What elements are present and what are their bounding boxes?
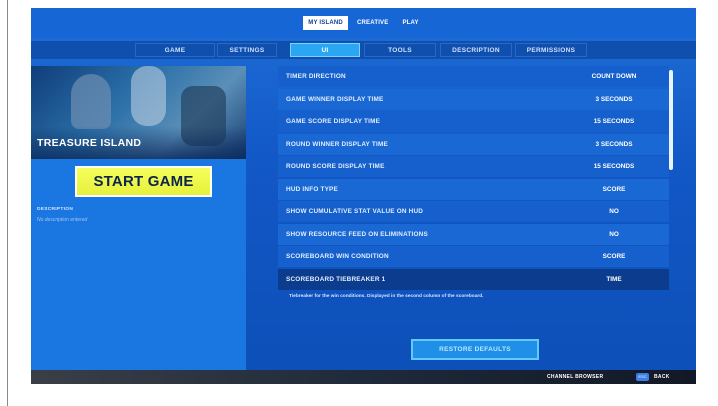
- setting-label: SCOREBOARD WIN CONDITION: [286, 253, 389, 260]
- tab-my-island[interactable]: MY ISLAND: [303, 16, 348, 30]
- setting-label: GAME WINNER DISPLAY TIME: [286, 95, 384, 103]
- window-border: [7, 0, 8, 406]
- restore-defaults-button[interactable]: RESTORE DEFAULTS: [411, 339, 539, 360]
- channel-browser-button[interactable]: CHANNEL BROWSER: [547, 370, 603, 384]
- sub-nav: GAME SETTINGS UI TOOLS DESCRIPTION PERMI…: [31, 41, 696, 59]
- setting-label: SHOW RESOURCE FEED ON ELIMINATIONS: [286, 230, 428, 238]
- setting-label: ROUND SCORE DISPLAY TIME: [286, 163, 385, 170]
- tab-description[interactable]: DESCRIPTION: [440, 43, 512, 57]
- setting-row[interactable]: ROUND WINNER DISPLAY TIME 3 SECONDS: [278, 133, 669, 155]
- game-screen: MY ISLAND CREATIVE PLAY GAME SETTINGS UI…: [31, 8, 696, 384]
- settings-list: TIMER DIRECTION COUNT DOWN GAME WINNER D…: [278, 66, 669, 291]
- setting-row[interactable]: GAME WINNER DISPLAY TIME 3 SECONDS: [278, 88, 669, 110]
- setting-row[interactable]: HUD INFO TYPE SCORE: [278, 178, 669, 200]
- setting-label: TIMER DIRECTION: [286, 73, 346, 80]
- setting-value: 15 SECONDS: [593, 118, 635, 125]
- setting-row[interactable]: GAME SCORE DISPLAY TIME 15 SECONDS: [278, 111, 669, 132]
- setting-value: COUNT DOWN: [591, 73, 637, 80]
- setting-row[interactable]: SHOW CUMULATIVE STAT VALUE ON HUD NO: [278, 201, 669, 222]
- tab-settings[interactable]: SETTINGS: [217, 43, 277, 57]
- top-nav: MY ISLAND CREATIVE PLAY: [31, 8, 696, 38]
- island-title: TREASURE ISLAND: [37, 137, 142, 149]
- setting-row[interactable]: ROUND SCORE DISPLAY TIME 15 SECONDS: [278, 156, 669, 177]
- description-text: No description entered: [37, 217, 88, 223]
- description-label: DESCRIPTION: [37, 207, 74, 212]
- tab-tools[interactable]: TOOLS: [364, 43, 436, 57]
- setting-value: 3 SECONDS: [595, 95, 633, 103]
- tab-permissions[interactable]: PERMISSIONS: [515, 43, 587, 57]
- setting-label: SHOW CUMULATIVE STAT VALUE ON HUD: [286, 208, 424, 215]
- bottom-bar: CHANNEL BROWSER ESC BACK: [31, 370, 696, 384]
- tab-creative[interactable]: CREATIVE: [352, 16, 394, 30]
- tab-ui[interactable]: UI: [290, 43, 360, 57]
- back-button[interactable]: BACK: [654, 370, 670, 384]
- setting-hint: Tiebreaker for the win conditions. Displ…: [289, 294, 484, 299]
- setting-value: SCORE: [602, 253, 626, 260]
- setting-row[interactable]: SHOW RESOURCE FEED ON ELIMINATIONS NO: [278, 223, 669, 245]
- tab-game[interactable]: GAME: [135, 43, 215, 57]
- setting-label: ROUND WINNER DISPLAY TIME: [286, 140, 388, 148]
- tab-play[interactable]: PLAY: [397, 16, 423, 30]
- setting-value: 15 SECONDS: [593, 163, 635, 170]
- setting-value: NO: [609, 208, 619, 215]
- setting-value: NO: [609, 230, 619, 238]
- scrollbar[interactable]: [669, 70, 673, 170]
- setting-row[interactable]: TIMER DIRECTION COUNT DOWN: [278, 66, 669, 87]
- setting-label: SCOREBOARD TIEBREAKER 1: [286, 275, 386, 283]
- setting-label: GAME SCORE DISPLAY TIME: [286, 118, 381, 125]
- setting-value: SCORE: [602, 185, 626, 193]
- setting-row-selected[interactable]: SCOREBOARD TIEBREAKER 1 TIME: [278, 268, 669, 290]
- esc-key-icon: ESC: [636, 373, 649, 381]
- setting-value: 3 SECONDS: [595, 140, 633, 148]
- setting-row[interactable]: SCOREBOARD WIN CONDITION SCORE: [278, 246, 669, 267]
- start-game-button[interactable]: START GAME: [75, 166, 212, 197]
- setting-value: TIME: [606, 275, 622, 283]
- setting-label: HUD INFO TYPE: [286, 185, 338, 193]
